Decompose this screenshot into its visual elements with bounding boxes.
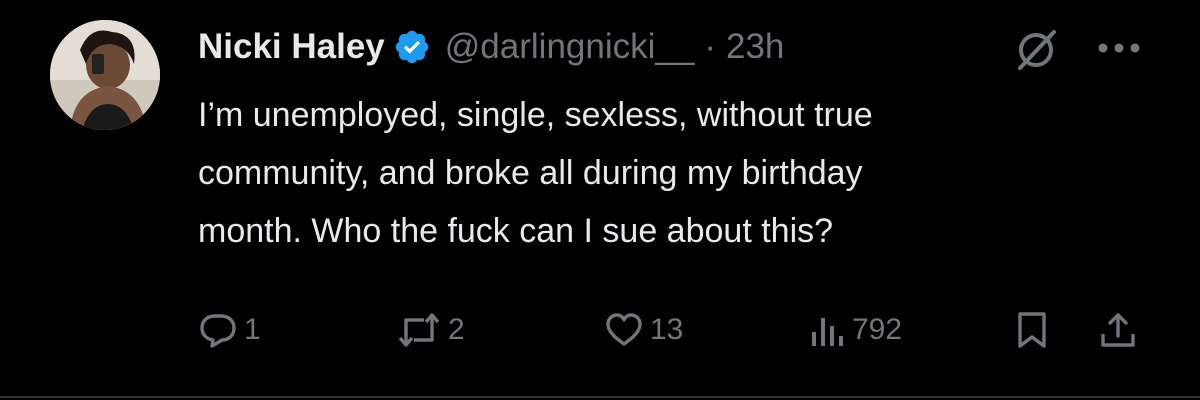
separator-dot: · xyxy=(704,27,716,66)
tweet-header: Nicki Haley @darlingnicki__ · 23h xyxy=(198,22,784,72)
share-icon xyxy=(1098,310,1138,350)
reply-button[interactable]: 1 xyxy=(198,300,261,360)
like-count: 13 xyxy=(650,313,684,346)
repost-count: 2 xyxy=(448,313,465,346)
repost-button[interactable]: 2 xyxy=(396,300,465,360)
grok-icon[interactable] xyxy=(1012,26,1060,74)
views-icon xyxy=(806,310,846,350)
views-count: 792 xyxy=(852,313,903,346)
action-bar: 1 2 13 792 xyxy=(0,300,1200,360)
bookmark-icon xyxy=(1012,310,1052,350)
user-name[interactable]: Nicki Haley xyxy=(198,27,385,67)
reply-icon xyxy=(198,310,238,350)
avatar[interactable] xyxy=(50,20,160,130)
divider xyxy=(0,396,1200,398)
user-handle[interactable]: @darlingnicki__ xyxy=(445,27,695,67)
tweet-text-line: month. Who the fuck can I sue about this… xyxy=(198,212,834,250)
verified-badge-icon xyxy=(393,28,431,66)
share-button[interactable] xyxy=(1098,300,1138,360)
bookmark-button[interactable] xyxy=(1012,300,1052,360)
tweet-text-line: I’m unemployed, single, sexless, without… xyxy=(198,96,873,134)
repost-icon xyxy=(396,310,442,350)
more-icon[interactable] xyxy=(1096,40,1142,56)
tweet-text: I’m unemployed, single, sexless, without… xyxy=(198,86,1158,260)
tweet[interactable]: Nicki Haley @darlingnicki__ · 23h I’m un… xyxy=(0,0,1200,400)
reply-count: 1 xyxy=(244,313,261,346)
tweet-text-line: community, and broke all during my birth… xyxy=(198,154,863,192)
like-button[interactable]: 13 xyxy=(604,300,683,360)
timestamp[interactable]: 23h xyxy=(726,27,784,67)
views-button[interactable]: 792 xyxy=(806,300,902,360)
heart-icon xyxy=(604,310,644,350)
